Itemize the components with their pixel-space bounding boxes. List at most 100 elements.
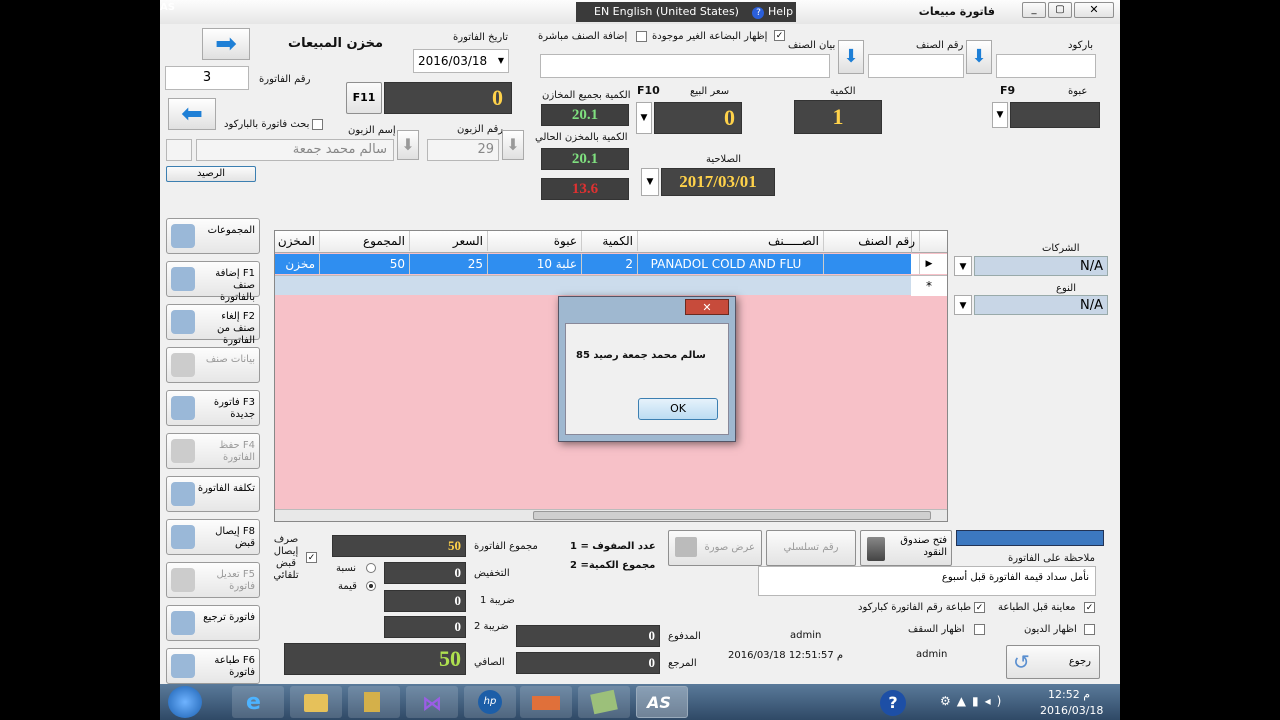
sidebar-groups-button[interactable]: المجموعات xyxy=(166,218,260,254)
internet-explorer-icon[interactable]: e xyxy=(232,686,284,718)
barcode-search-checkbox[interactable] xyxy=(312,119,323,130)
table-cell[interactable]: مخزن xyxy=(275,254,320,274)
f11-button[interactable]: F11 xyxy=(346,82,382,114)
quantity-display[interactable]: 1 xyxy=(794,100,882,134)
item-number-lookup-button[interactable]: ⬇ xyxy=(966,40,992,74)
column-header[interactable]: المجموع xyxy=(311,231,410,251)
help-label[interactable]: Help xyxy=(768,5,793,18)
show-debts-checkbox[interactable] xyxy=(1084,624,1095,635)
pack-display[interactable] xyxy=(1010,102,1100,128)
sale-price-dropdown[interactable]: ▼ xyxy=(636,102,652,134)
paid-field[interactable]: 0 xyxy=(516,625,660,647)
sidebar-invoice-cost-button[interactable]: تكلفة الفاتورة xyxy=(166,476,260,512)
table-cell[interactable]: 25 xyxy=(401,254,488,274)
grid-scroll-thumb[interactable] xyxy=(533,511,931,520)
paint-icon[interactable] xyxy=(520,686,572,718)
help-icon[interactable]: ? xyxy=(752,7,765,19)
sale-price-label: سعر البيع xyxy=(690,86,730,97)
customer-extra-field[interactable] xyxy=(166,139,192,161)
value-radio[interactable] xyxy=(366,581,376,591)
type-value[interactable]: N/A xyxy=(974,295,1108,315)
start-button[interactable] xyxy=(168,686,202,718)
table-cell[interactable]: PANADOL COLD AND FLU xyxy=(629,254,824,274)
show-image-button[interactable]: عرض صورة xyxy=(668,530,762,566)
serial-number-button[interactable]: رقم تسلسلي xyxy=(766,530,856,566)
percent-radio[interactable] xyxy=(366,563,376,573)
invoice-number-label: رقم الفاتورة xyxy=(259,74,311,85)
column-header[interactable]: رقم الصنف xyxy=(815,231,920,251)
sidebar-save-invoice-button[interactable]: F4 حفظ الفاتورة xyxy=(166,433,260,469)
table-cell[interactable]: 50 xyxy=(311,254,410,274)
maximize-button[interactable]: ▢ xyxy=(1048,2,1072,18)
invoice-date-field[interactable]: 2016/03/18 ▼ xyxy=(413,49,509,73)
table-cell[interactable] xyxy=(815,254,920,274)
show-ceiling-checkbox[interactable] xyxy=(974,624,985,635)
column-header[interactable]: الكمية xyxy=(573,231,638,251)
file-explorer-icon[interactable] xyxy=(290,686,342,718)
balance-button[interactable]: الرصيد xyxy=(166,166,256,182)
customer-lookup-button[interactable]: ⬇ xyxy=(502,130,524,160)
table-cell[interactable]: 2 xyxy=(573,254,638,274)
minimize-button[interactable]: _ xyxy=(1022,2,1046,18)
show-missing-checkbox[interactable]: ✓ xyxy=(774,30,785,41)
hp-icon[interactable]: hp xyxy=(464,686,516,718)
customer-name-lookup-button[interactable]: ⬇ xyxy=(397,130,419,160)
note-field[interactable]: نأمل سداد قيمة الفاتورة قبل أسبوع xyxy=(758,566,1096,596)
pack-dropdown[interactable]: ▼ xyxy=(992,102,1008,128)
chevron-down-icon[interactable]: ▼ xyxy=(498,50,504,72)
barcode-field[interactable] xyxy=(996,54,1096,78)
column-header[interactable]: السعر xyxy=(401,231,488,251)
sidebar-cancel-item-button[interactable]: F2 إلغاء صنف من الفاتورة xyxy=(166,304,260,346)
close-button[interactable]: ✕ xyxy=(1074,2,1114,18)
item-number-field[interactable] xyxy=(868,54,964,78)
column-header[interactable]: المخزن xyxy=(275,231,320,251)
sale-price-display[interactable]: 0 xyxy=(654,102,742,134)
type-dropdown[interactable]: ▼ xyxy=(954,295,972,315)
dialog-close-button[interactable]: ✕ xyxy=(685,299,729,315)
as-app-icon[interactable]: AS xyxy=(636,686,688,718)
open-drawer-button[interactable]: فتح صندوق النقود xyxy=(860,530,952,566)
back-button[interactable]: ↺ رجوع xyxy=(1006,645,1100,679)
new-row[interactable]: * xyxy=(275,275,947,296)
sidebar-receipt-button[interactable]: F8 إيصال قبض xyxy=(166,519,260,555)
language-bar[interactable]: EN English (United States) ? Help xyxy=(576,2,796,22)
tools-icon[interactable] xyxy=(348,686,400,718)
expiry-display[interactable]: 2017/03/01 xyxy=(661,168,775,196)
companies-dropdown[interactable]: ▼ xyxy=(954,256,972,276)
auto-receipt-checkbox[interactable]: ✓ xyxy=(306,552,317,563)
item-data-field[interactable] xyxy=(540,54,830,78)
column-header[interactable]: عبوة xyxy=(479,231,582,251)
expiry-dropdown[interactable]: ▼ xyxy=(641,168,659,196)
tray-icons[interactable]: ⚙▲▮◂) xyxy=(940,694,1007,708)
sidebar-new-invoice-button[interactable]: F3 فاتورة جديدة xyxy=(166,390,260,426)
column-header[interactable]: الصـــــنف xyxy=(629,231,824,251)
clock-time: 12:52 م xyxy=(1048,688,1091,701)
discount-field[interactable]: 0 xyxy=(384,562,466,584)
sidebar-edit-invoice-button[interactable]: F5 تعديل فاتورة xyxy=(166,562,260,598)
table-cell[interactable]: علبة 10 xyxy=(479,254,582,274)
next-invoice-button[interactable]: ➡ xyxy=(202,28,250,60)
visual-studio-icon[interactable]: ⋈ xyxy=(406,686,458,718)
sidebar-add-item-button[interactable]: F1 إضافة صنف بالفاتورة xyxy=(166,261,260,303)
help-tray-icon[interactable]: ? xyxy=(880,690,906,716)
tax1-label: ضريبة 1 xyxy=(480,595,515,606)
tax2-field[interactable]: 0 xyxy=(384,616,466,638)
sidebar-print-invoice-button[interactable]: F6 طباعة فاتورة xyxy=(166,648,260,684)
tax1-field[interactable]: 0 xyxy=(384,590,466,612)
item-data-lookup-button[interactable]: ⬇ xyxy=(838,40,864,74)
customer-name-field[interactable]: سالم محمد جمعة xyxy=(196,139,394,161)
sidebar-item-data-button[interactable]: بيانات صنف xyxy=(166,347,260,383)
document-icon[interactable] xyxy=(578,686,630,718)
print-barcode-checkbox[interactable]: ✓ xyxy=(974,602,985,613)
grid-hscrollbar[interactable] xyxy=(275,509,947,521)
pack-label: عبوة xyxy=(1068,86,1088,97)
add-direct-checkbox[interactable] xyxy=(636,31,647,42)
companies-value[interactable]: N/A xyxy=(974,256,1108,276)
table-row[interactable]: ▶ PANADOL COLD AND FLU 2 علبة 10 25 50 مخزن xyxy=(275,254,947,274)
dialog-ok-button[interactable]: OK xyxy=(638,398,718,420)
preview-checkbox[interactable]: ✓ xyxy=(1084,602,1095,613)
customer-number-field[interactable]: 29 xyxy=(427,139,499,161)
sidebar-return-invoice-button[interactable]: فاتورة ترجيع xyxy=(166,605,260,641)
invoice-number-field[interactable]: 3 xyxy=(165,66,249,90)
prev-invoice-button[interactable]: ⬅ xyxy=(168,98,216,130)
